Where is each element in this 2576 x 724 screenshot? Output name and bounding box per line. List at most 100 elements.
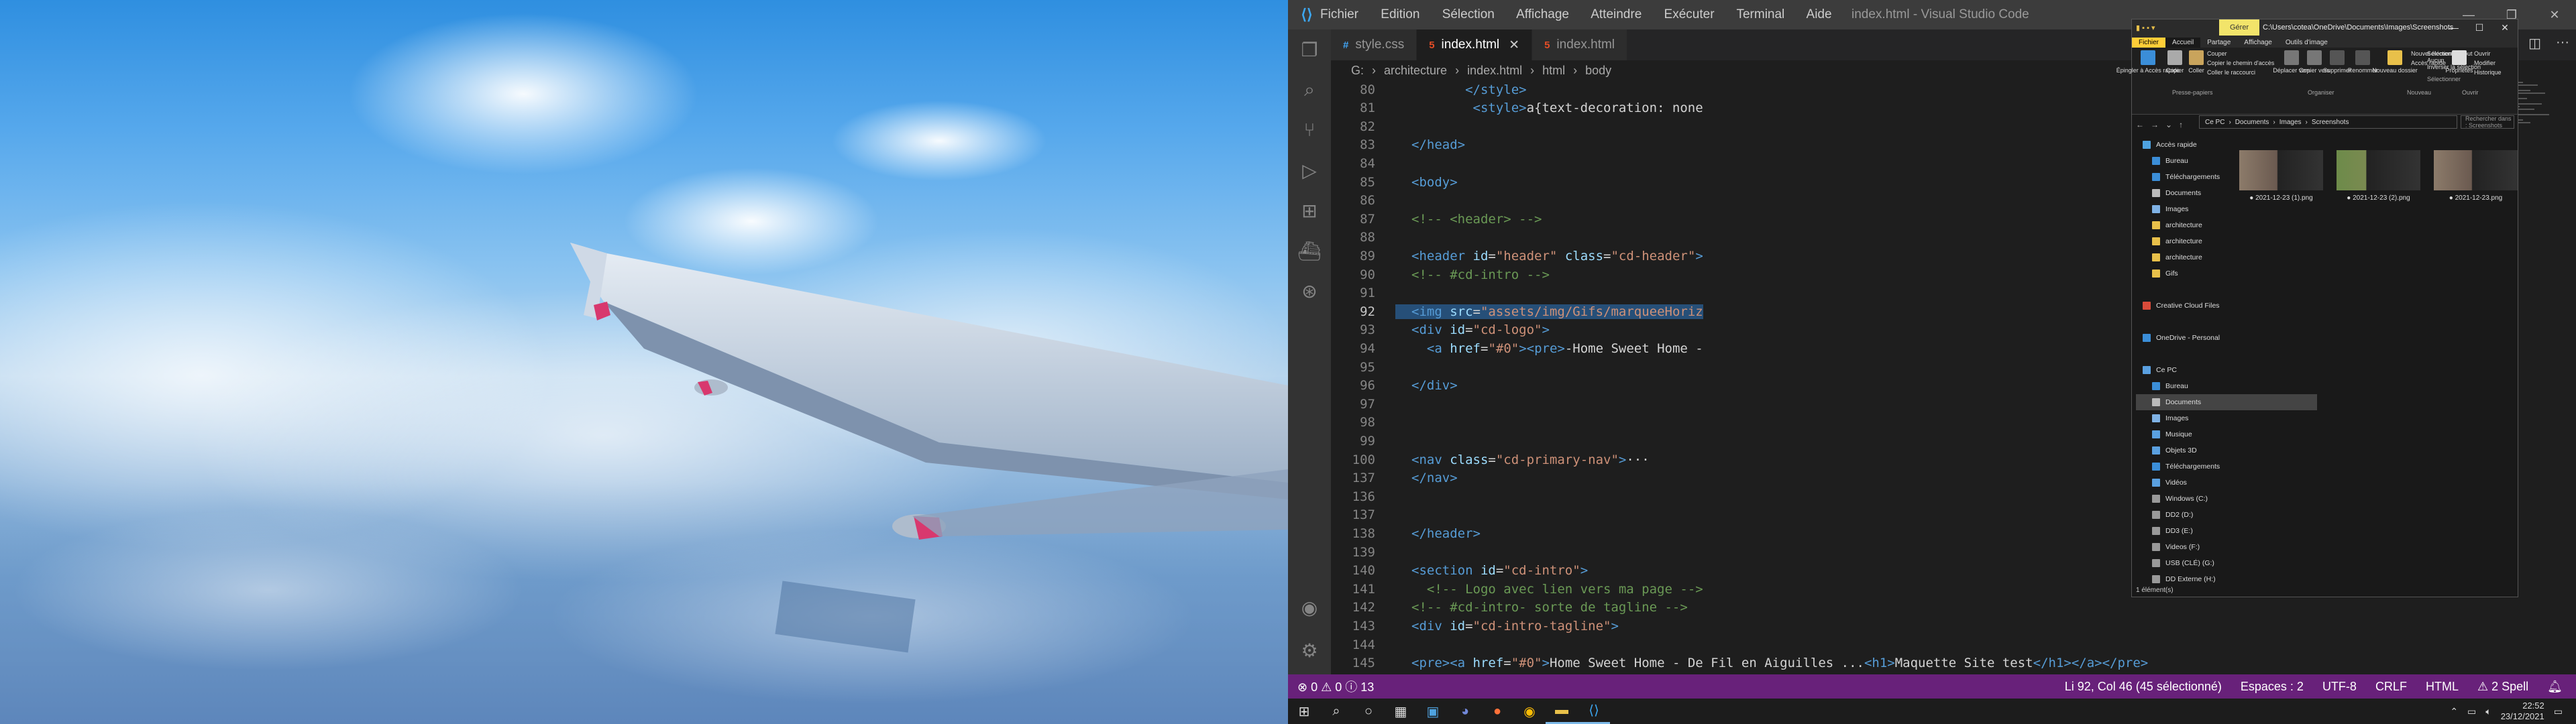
indentation[interactable]: Espaces : 2 — [2241, 680, 2304, 694]
code-text[interactable]: <body> — [1395, 175, 1458, 190]
code-text[interactable]: <nav class="cd-primary-nav">··· — [1395, 452, 1650, 467]
up-arrow-icon[interactable]: ↑ — [2179, 120, 2183, 129]
chevron-down-icon[interactable]: ⌄ — [2165, 120, 2172, 129]
breadcrumb-item[interactable]: architecture — [1384, 64, 1447, 78]
code-line[interactable]: 144 — [1331, 636, 2471, 654]
nav-tree-item[interactable]: Windows (C:) — [2136, 491, 2317, 507]
code-text[interactable]: </head> — [1395, 137, 1465, 152]
nav-tree-item[interactable]: architecture — [2136, 233, 2317, 249]
code-text[interactable]: <div id="cd-logo"> — [1395, 322, 1550, 337]
pin-quick-access-button[interactable]: Épingler à Accès rapide — [2116, 50, 2180, 74]
minimize-icon[interactable]: — — [2441, 19, 2467, 36]
nav-tree-item[interactable]: architecture — [2136, 217, 2317, 233]
breadcrumb-item[interactable]: G: — [1351, 64, 1364, 78]
code-line[interactable]: 143 <div id="cd-intro-tagline"> — [1331, 617, 2471, 635]
menu-selection[interactable]: Sélection — [1442, 7, 1495, 21]
copy-path-button[interactable]: Copier le chemin d'accès — [2207, 60, 2274, 66]
code-text[interactable]: <!-- #cd-intro- sorte de tagline --> — [1395, 600, 1688, 615]
problems-indicator[interactable]: ⊗ 0 ⚠ 0 ⓘ 13 — [1297, 678, 1374, 695]
nav-tree-item[interactable]: Vidéos — [2136, 475, 2317, 491]
code-text[interactable]: <style>a{text-decoration: none — [1395, 101, 1703, 115]
menu-view[interactable]: Affichage — [1516, 7, 1569, 21]
explorer-icon[interactable]: ❐ — [1288, 29, 1331, 70]
address-segment[interactable]: Screenshots — [2312, 119, 2349, 126]
nav-tree-item[interactable]: USB (CLÉ) (G:) — [2136, 555, 2317, 571]
breadcrumb-item[interactable]: body — [1585, 64, 1611, 78]
tab-fichier[interactable]: Fichier — [2132, 38, 2166, 48]
menu-file[interactable]: Fichier — [1320, 7, 1358, 21]
search-icon[interactable]: ⌕ — [1320, 699, 1352, 724]
account-icon[interactable]: ◉ — [1288, 587, 1331, 627]
split-editor-icon[interactable]: ◫ — [2528, 35, 2541, 52]
address-segment[interactable]: Documents — [2235, 119, 2269, 126]
menu-run[interactable]: Exécuter — [1664, 7, 1715, 21]
file-explorer-icon[interactable]: ▬ — [1546, 699, 1578, 724]
code-text[interactable]: <!-- Logo avec lien vers ma page --> — [1395, 582, 1703, 597]
code-line[interactable]: 142 <!-- #cd-intro- sorte de tagline --> — [1331, 599, 2471, 617]
new-folder-button[interactable]: Nouveau dossier — [2372, 50, 2418, 74]
maximize-icon[interactable]: ☐ — [2467, 19, 2492, 36]
file-thumbnail-item[interactable]: ● 2021-12-23 (1).png — [2239, 150, 2323, 217]
photos-app-icon[interactable]: ▣ — [1417, 699, 1449, 724]
windows-start-icon[interactable]: ⊞ — [1288, 699, 1320, 724]
breadcrumb-item[interactable]: index.html — [1467, 64, 1522, 78]
tab-accueil[interactable]: Accueil — [2165, 38, 2201, 48]
address-segment[interactable]: Ce PC — [2205, 119, 2224, 126]
code-text[interactable]: <a href="#0"><pre>-Home Sweet Home - — [1395, 341, 1703, 356]
spell-check[interactable]: ⚠ 2 Spell — [2477, 680, 2528, 694]
discord-icon[interactable]: ◕ — [1449, 699, 1481, 724]
tab-affichage[interactable]: Affichage — [2237, 38, 2279, 48]
back-arrow-icon[interactable]: ← — [2136, 120, 2144, 129]
nav-tree-item[interactable]: Creative Cloud Files — [2136, 298, 2317, 314]
docker-icon[interactable]: ⛴ — [1288, 231, 1331, 271]
encoding[interactable]: UTF-8 — [2322, 680, 2357, 694]
paste-button[interactable]: Coller — [2183, 50, 2210, 74]
nav-tree-item[interactable]: Ce PC — [2136, 362, 2317, 378]
search-input[interactable]: Rechercher dans : Screenshots — [2461, 115, 2514, 129]
code-text[interactable]: <section id="cd-intro"> — [1395, 563, 1588, 578]
firefox-icon[interactable]: ● — [1481, 699, 1513, 724]
nav-tree-item[interactable]: Téléchargements — [2136, 459, 2317, 475]
cursor-position[interactable]: Li 92, Col 46 (45 sélectionné) — [2065, 680, 2222, 694]
menu-terminal[interactable]: Terminal — [1736, 7, 1784, 21]
address-bar[interactable]: Ce PC › Documents › Images › Screenshots — [2199, 115, 2457, 129]
delete-button[interactable]: Supprimer — [2323, 50, 2351, 74]
cut-button[interactable]: Couper — [2207, 50, 2227, 57]
breadcrumb-item[interactable]: html — [1542, 64, 1565, 78]
nav-tree-item[interactable]: architecture — [2136, 249, 2317, 265]
file-thumbnail-item[interactable]: ● 2021-12-23.png — [2434, 150, 2518, 217]
code-text[interactable]: <!-- #cd-intro --> — [1395, 267, 1550, 282]
code-line[interactable]: 145 <pre><a href="#0">Home Sweet Home - D… — [1331, 654, 2471, 672]
menu-help[interactable]: Aide — [1807, 7, 1832, 21]
code-text[interactable]: </nav> — [1395, 471, 1458, 485]
tab-close-icon[interactable]: ✕ — [1509, 38, 1519, 53]
remote-icon[interactable]: ⊛ — [1288, 271, 1331, 311]
notifications-icon[interactable]: ▭ — [2554, 706, 2563, 717]
tab-partage[interactable]: Partage — [2200, 38, 2237, 48]
code-text[interactable]: </div> — [1395, 378, 1458, 393]
forward-arrow-icon[interactable]: → — [2151, 120, 2159, 129]
nav-tree-item[interactable]: DD3 (E:) — [2136, 523, 2317, 539]
network-icon[interactable]: ▭ — [2467, 706, 2476, 717]
chevron-up-icon[interactable]: ⌃ — [2450, 706, 2458, 717]
close-icon[interactable]: ✕ — [2533, 0, 2576, 29]
nav-tree-item[interactable]: Images — [2136, 410, 2317, 426]
quick-access-toolbar-icon[interactable]: ▮ ▪ ▪ ▾ — [2136, 23, 2155, 32]
code-text[interactable]: </style> — [1395, 82, 1527, 97]
volume-icon[interactable]: 🔈︎ — [2485, 706, 2491, 717]
close-icon[interactable]: ✕ — [2492, 19, 2518, 36]
menu-edit[interactable]: Edition — [1381, 7, 1419, 21]
menu-go[interactable]: Atteindre — [1591, 7, 1642, 21]
nav-tree-item[interactable]: Videos (F:) — [2136, 539, 2317, 555]
language-mode[interactable]: HTML — [2426, 680, 2459, 694]
tab-image-tools[interactable]: Outils d'image — [2279, 38, 2334, 48]
vscode-taskbar-icon[interactable]: ⟨⟩ — [1578, 699, 1610, 724]
invert-selection-button[interactable]: Inverser la sélection — [2427, 64, 2514, 70]
chrome-icon[interactable]: ◉ — [1513, 699, 1546, 724]
nav-tree-item[interactable]: DD Externe (H:) — [2136, 571, 2317, 587]
code-text[interactable]: </header> — [1395, 526, 1481, 541]
bell-icon[interactable]: 🔔︎ — [2547, 680, 2563, 694]
code-text[interactable]: <header id="header" class="cd-header"> — [1395, 249, 1703, 263]
nav-tree-item[interactable]: Bureau — [2136, 378, 2317, 394]
line-ending[interactable]: CRLF — [2375, 680, 2407, 694]
